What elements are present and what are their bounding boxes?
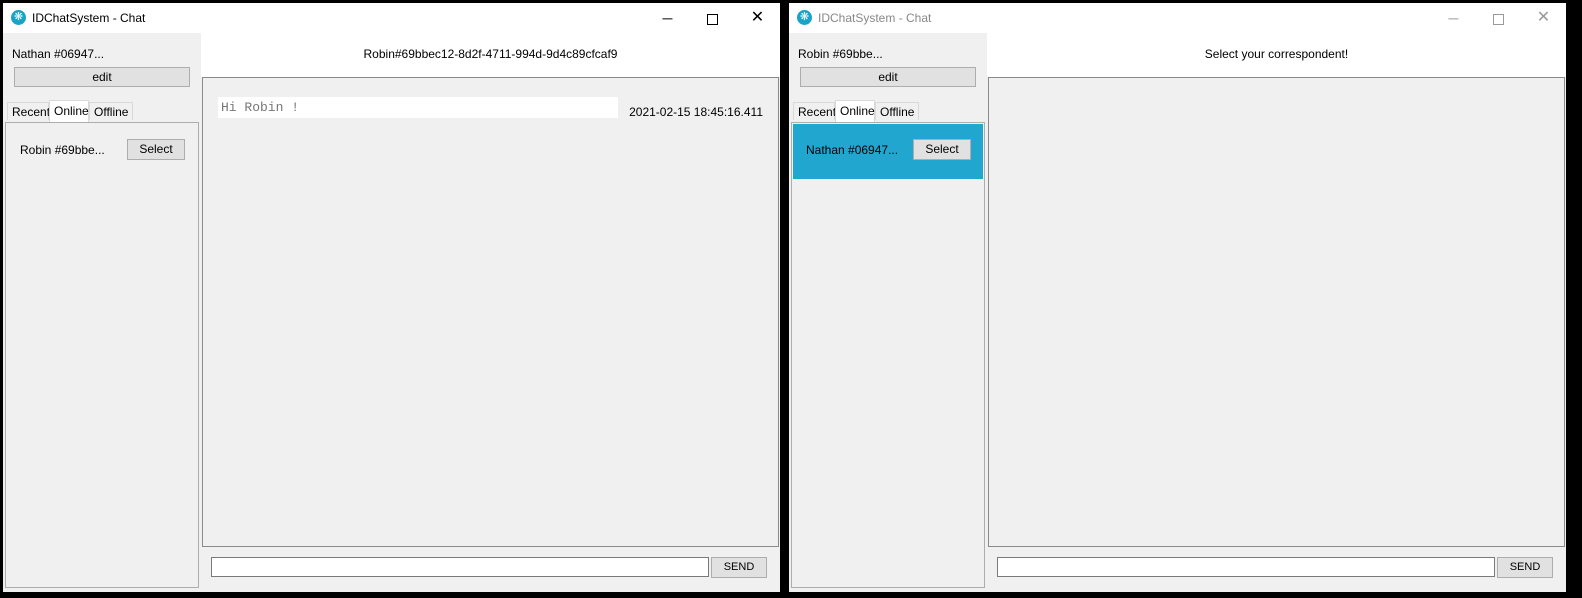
maximize-button[interactable] xyxy=(1476,3,1521,33)
title-bar[interactable]: ❋ IDChatSystem - Chat ─ ✕ xyxy=(789,3,1566,33)
sidebar: Robin #69bbe... edit Recent Online Offli… xyxy=(789,33,987,592)
app-icon: ❋ xyxy=(797,10,812,25)
close-button[interactable]: ✕ xyxy=(735,3,780,33)
select-button[interactable]: Select xyxy=(913,139,971,160)
edit-button[interactable]: edit xyxy=(800,67,976,87)
app-icon: ❋ xyxy=(11,10,26,25)
contact-row[interactable]: Robin #69bbe... Select xyxy=(7,124,197,179)
contact-row[interactable]: Nathan #06947... Select xyxy=(793,124,983,179)
close-button[interactable]: ✕ xyxy=(1521,3,1566,33)
contact-name: Nathan #06947... xyxy=(806,143,899,157)
edit-button[interactable]: edit xyxy=(14,67,190,87)
send-button[interactable]: SEND xyxy=(711,557,767,578)
contact-list: Robin #69bbe... Select xyxy=(5,122,199,588)
maximize-button[interactable] xyxy=(690,3,735,33)
tab-online[interactable]: Online xyxy=(49,100,89,122)
correspondent-id: Robin#69bbec12-8d2f-4711-994d-9d4c89cfca… xyxy=(363,47,618,61)
chat-window-nathan: ❋ IDChatSystem - Chat ─ ✕ Nathan #06947.… xyxy=(3,3,780,592)
message-text: Hi Robin ! xyxy=(218,97,618,118)
contact-list: Nathan #06947... Select xyxy=(791,122,985,588)
tab-recent[interactable]: Recent xyxy=(793,102,836,120)
tab-offline[interactable]: Offline xyxy=(875,102,919,120)
tab-offline[interactable]: Offline xyxy=(89,102,133,120)
chat-header: Robin#69bbec12-8d2f-4711-994d-9d4c89cfca… xyxy=(201,33,780,77)
chat-window-robin: ❋ IDChatSystem - Chat ─ ✕ Robin #69bbe..… xyxy=(789,3,1566,592)
send-button[interactable]: SEND xyxy=(1497,557,1553,578)
correspondent-prompt: Select your correspondent! xyxy=(1204,47,1349,61)
chat-header: Select your correspondent! xyxy=(987,33,1566,77)
chat-panel: Select your correspondent! SEND xyxy=(987,33,1566,592)
message-area[interactable] xyxy=(988,77,1565,547)
maximize-icon xyxy=(1493,13,1504,25)
window-title: IDChatSystem - Chat xyxy=(818,11,932,25)
sidebar: Nathan #06947... edit Recent Online Offl… xyxy=(3,33,201,592)
window-title: IDChatSystem - Chat xyxy=(32,11,146,25)
contact-name: Robin #69bbe... xyxy=(20,143,105,157)
select-button[interactable]: Select xyxy=(127,139,185,160)
message-input[interactable] xyxy=(997,557,1495,577)
minimize-button[interactable]: ─ xyxy=(1431,3,1476,33)
current-user-name: Robin #69bbe... xyxy=(798,47,883,61)
chat-panel: Robin#69bbec12-8d2f-4711-994d-9d4c89cfca… xyxy=(201,33,780,592)
current-user-name: Nathan #06947... xyxy=(12,47,105,61)
message-input[interactable] xyxy=(211,557,709,577)
message-area[interactable]: Hi Robin ! 2021-02-15 18:45:16.411 xyxy=(202,77,779,547)
tab-recent[interactable]: Recent xyxy=(7,102,50,120)
maximize-icon xyxy=(707,13,718,25)
tab-online[interactable]: Online xyxy=(835,100,875,122)
title-bar[interactable]: ❋ IDChatSystem - Chat ─ ✕ xyxy=(3,3,780,33)
message-timestamp: 2021-02-15 18:45:16.411 xyxy=(629,105,763,119)
minimize-button[interactable]: ─ xyxy=(645,3,690,33)
